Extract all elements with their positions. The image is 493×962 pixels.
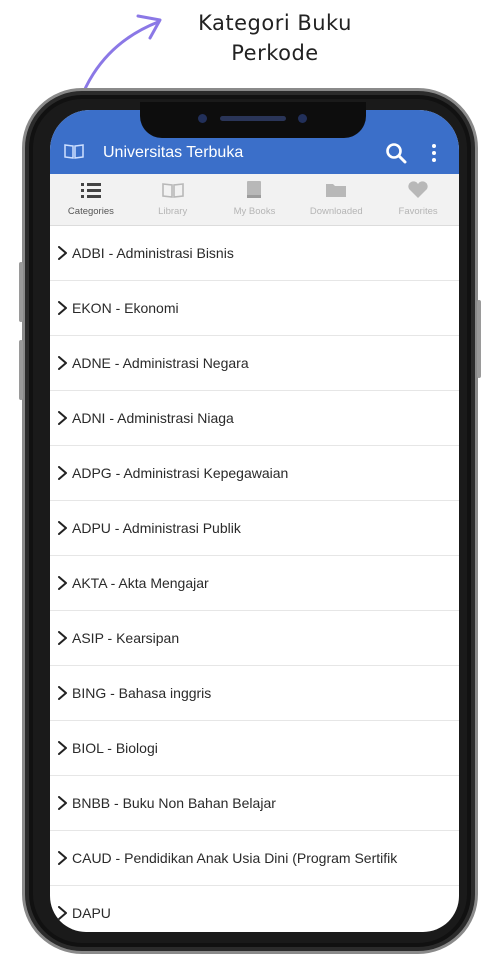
callout-line-2: Perkode: [231, 41, 319, 65]
volume-up-button: [19, 262, 23, 322]
category-label: ASIP - Kearsipan: [72, 630, 180, 646]
callout-line-1: Kategori Buku: [198, 11, 352, 35]
category-label: BING - Bahasa inggris: [72, 685, 212, 701]
callout-label: Kategori Buku Perkode: [180, 8, 370, 68]
category-label: EKON - Ekonomi: [72, 300, 179, 316]
category-label: ADNI - Administrasi Niaga: [72, 410, 234, 426]
chevron-right-icon: [58, 466, 67, 480]
category-label: ADPG - Administrasi Kepegawaian: [72, 465, 289, 481]
tab-my-books[interactable]: My Books: [214, 174, 296, 225]
chevron-right-icon: [58, 686, 67, 700]
list-icon: [80, 183, 101, 198]
chevron-right-icon: [58, 741, 67, 755]
chevron-right-icon: [58, 246, 67, 260]
category-item[interactable]: BING - Bahasa inggris: [50, 666, 459, 721]
chevron-right-icon: [58, 796, 67, 810]
tab-categories[interactable]: Categories: [50, 174, 132, 225]
tab-favorites[interactable]: Favorites: [377, 174, 459, 225]
volume-down-button: [19, 340, 23, 400]
category-list: ADBI - Administrasi Bisnis EKON - Ekonomi…: [50, 226, 459, 932]
category-item[interactable]: DAPU: [50, 886, 459, 932]
front-camera-icon: [198, 114, 207, 123]
category-item[interactable]: ADPU - Administrasi Publik: [50, 501, 459, 556]
chevron-right-icon: [58, 521, 67, 535]
category-item[interactable]: ADPG - Administrasi Kepegawaian: [50, 446, 459, 501]
category-item[interactable]: BIOL - Biologi: [50, 721, 459, 776]
category-label: ADPU - Administrasi Publik: [72, 520, 241, 536]
category-item[interactable]: ADNI - Administrasi Niaga: [50, 391, 459, 446]
category-item[interactable]: ADBI - Administrasi Bisnis: [50, 226, 459, 281]
sensor-icon: [298, 114, 307, 123]
chevron-right-icon: [58, 631, 67, 645]
category-item[interactable]: AKTA - Akta Mengajar: [50, 556, 459, 611]
app-title: Universitas Terbuka: [103, 144, 244, 161]
search-icon[interactable]: [385, 142, 407, 164]
category-item[interactable]: ASIP - Kearsipan: [50, 611, 459, 666]
folder-icon: [326, 184, 347, 197]
category-item[interactable]: CAUD - Pendidikan Anak Usia Dini (Progra…: [50, 831, 459, 886]
power-button: [477, 300, 481, 378]
more-vert-icon[interactable]: [430, 143, 438, 163]
chevron-right-icon: [58, 356, 67, 370]
tab-label: My Books: [233, 206, 276, 217]
book-icon[interactable]: [64, 143, 84, 159]
speaker-grille: [220, 116, 286, 121]
category-label: BNBB - Buku Non Bahan Belajar: [72, 795, 276, 811]
category-label: ADBI - Administrasi Bisnis: [72, 245, 234, 261]
tab-label: Downloaded: [309, 206, 363, 217]
open-book-icon: [161, 183, 184, 198]
chevron-right-icon: [58, 301, 67, 315]
chevron-right-icon: [58, 906, 67, 920]
chevron-right-icon: [58, 851, 67, 865]
tab-library[interactable]: Library: [132, 174, 214, 225]
chevron-right-icon: [58, 411, 67, 425]
category-item[interactable]: EKON - Ekonomi: [50, 281, 459, 336]
tab-bar: Categories Library My Books Downloaded F…: [50, 174, 459, 226]
app-screen: Universitas Terbuka Categories Library M…: [50, 110, 459, 932]
tab-label: Library: [158, 206, 188, 217]
category-label: BIOL - Biologi: [72, 740, 158, 756]
book-icon: [247, 181, 262, 198]
tab-label: Favorites: [398, 206, 438, 217]
category-item[interactable]: ADNE - Administrasi Negara: [50, 336, 459, 391]
category-label: CAUD - Pendidikan Anak Usia Dini (Progra…: [72, 850, 398, 866]
category-item[interactable]: BNBB - Buku Non Bahan Belajar: [50, 776, 459, 831]
tab-downloaded[interactable]: Downloaded: [295, 174, 377, 225]
category-label: ADNE - Administrasi Negara: [72, 355, 249, 371]
phone-notch: [140, 102, 366, 138]
category-label: AKTA - Akta Mengajar: [72, 575, 209, 591]
category-label: DAPU: [72, 905, 111, 921]
chevron-right-icon: [58, 576, 67, 590]
tab-label: Categories: [67, 206, 114, 217]
heart-icon: [408, 181, 428, 198]
